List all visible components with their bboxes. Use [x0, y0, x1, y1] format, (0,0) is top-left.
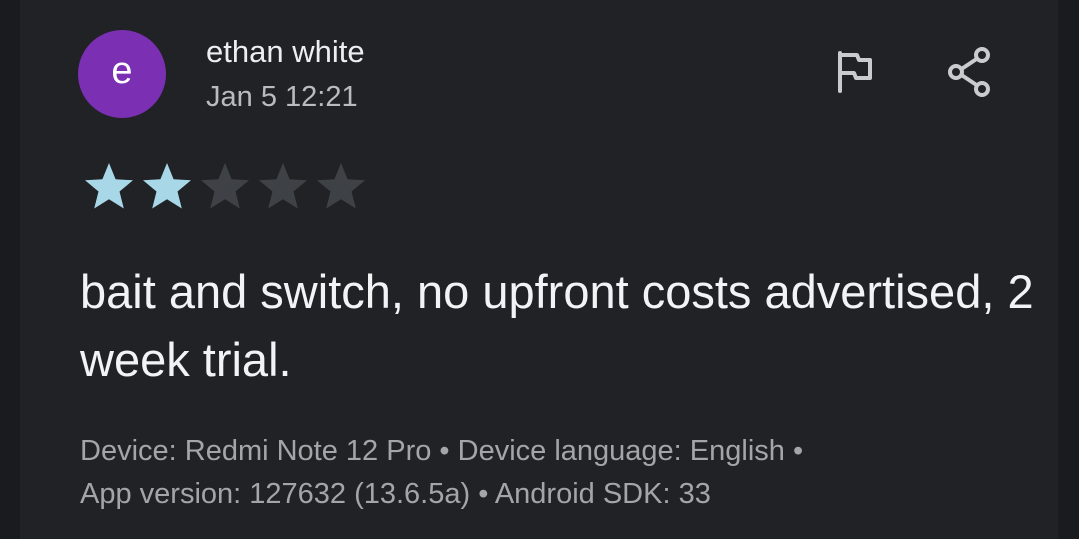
share-icon — [945, 46, 993, 103]
flag-button[interactable] — [827, 46, 883, 102]
star-filled-icon — [82, 160, 136, 212]
device-info-line-1: Device: Redmi Note 12 Pro • Device langu… — [80, 435, 804, 467]
device-info: Device: Redmi Note 12 Pro • Device langu… — [80, 430, 1050, 516]
review-date: Jan 5 12:21 — [206, 81, 358, 113]
review-text: bait and switch, no upfront costs advert… — [80, 265, 1034, 386]
share-button[interactable] — [941, 46, 997, 102]
device-info-line-2: App version: 127632 (13.6.5a) • Android … — [80, 478, 711, 510]
author-name: ethan white — [206, 34, 365, 69]
star-rating — [82, 160, 368, 212]
star-empty-icon — [314, 160, 368, 212]
star-filled-icon — [140, 160, 194, 212]
review-card: e ethan white Jan 5 12:21 bait and switc… — [20, 0, 1058, 539]
flag-icon — [835, 49, 875, 100]
star-empty-icon — [256, 160, 310, 212]
star-empty-icon — [198, 160, 252, 212]
avatar: e — [78, 30, 166, 118]
